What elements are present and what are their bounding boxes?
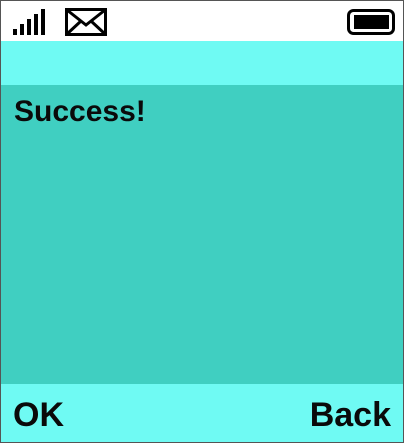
softkey-bar: OK Back	[1, 384, 403, 442]
success-message: Success!	[14, 95, 146, 128]
signal-strength-icon	[13, 9, 45, 35]
ok-softkey[interactable]: OK	[13, 396, 64, 434]
battery-icon	[347, 9, 395, 35]
header-band	[1, 41, 403, 85]
content-area: Success!	[1, 85, 403, 384]
phone-screen: Success! OK Back	[0, 0, 404, 443]
back-softkey[interactable]: Back	[310, 396, 391, 434]
status-bar	[1, 1, 403, 41]
mail-icon	[65, 8, 107, 36]
